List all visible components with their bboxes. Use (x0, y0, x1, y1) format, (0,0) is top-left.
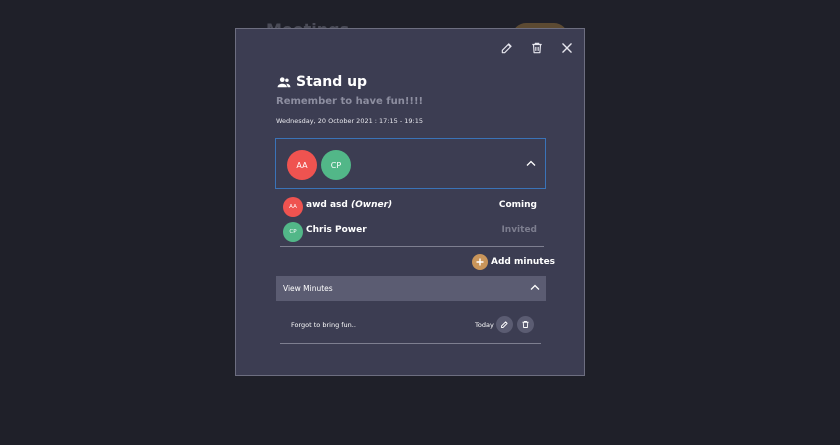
event-modal: Stand up Remember to have fun!!!! Wednes… (235, 28, 585, 376)
attendee-row: CP Chris Power Invited (283, 222, 545, 242)
close-modal-button[interactable] (555, 36, 579, 60)
delete-minute-button[interactable] (517, 316, 534, 333)
avatar-initials: CP (289, 229, 297, 235)
trash-icon (532, 42, 542, 54)
divider (280, 343, 541, 344)
edit-event-button[interactable] (495, 36, 519, 60)
attendee-status: Invited (501, 225, 537, 235)
event-description: Remember to have fun!!!! (276, 96, 424, 107)
view-minutes-label: View Minutes (283, 284, 333, 293)
attendee-status: Coming (498, 200, 537, 210)
modal-toolbar (495, 36, 579, 60)
avatar: AA (287, 150, 317, 180)
attendees-dropdown[interactable]: AA CP (275, 138, 546, 189)
attendee-name-text: Chris Power (306, 225, 367, 235)
pencil-icon (501, 321, 508, 328)
event-title: Stand up (296, 74, 368, 90)
avatar: CP (321, 150, 351, 180)
avatar-initials: AA (289, 204, 297, 210)
edit-minute-button[interactable] (496, 316, 513, 333)
attendee-row: AA awd asd (Owner) Coming (283, 197, 545, 217)
avatar-initials: AA (296, 160, 308, 170)
add-minutes-label: Add minutes (491, 257, 556, 267)
pencil-icon (501, 43, 512, 54)
avatar: AA (283, 197, 303, 217)
owner-tag: (Owner) (350, 200, 393, 210)
trash-icon (522, 321, 529, 328)
delete-event-button[interactable] (525, 36, 549, 60)
minute-text: Forgot to bring fun.. (291, 321, 356, 329)
attendee-name-text: awd asd (306, 200, 348, 210)
plus-icon (472, 254, 488, 270)
close-icon (562, 43, 572, 53)
divider (280, 246, 544, 247)
attendee-name: Chris Power (306, 225, 367, 235)
chevron-up-icon (526, 160, 536, 166)
event-datetime: Wednesday, 20 October 2021 : 17:15 - 19:… (276, 117, 423, 125)
avatar: CP (283, 222, 303, 242)
people-icon (277, 77, 291, 88)
avatar-initials: CP (330, 160, 342, 170)
attendee-name: awd asd (Owner) (306, 200, 392, 210)
chevron-up-icon (530, 284, 540, 290)
minute-date: Today (475, 321, 494, 329)
view-minutes-toggle[interactable]: View Minutes (276, 276, 546, 301)
add-minutes-button[interactable]: Add minutes (472, 254, 555, 270)
event-title-row: Stand up (277, 74, 367, 90)
